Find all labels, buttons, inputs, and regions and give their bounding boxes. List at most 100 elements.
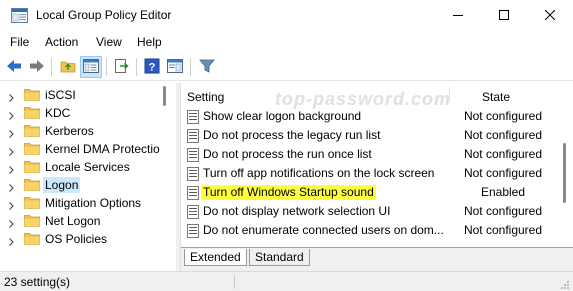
- policy-setting-name: Turn off Windows Startup sound: [201, 185, 376, 200]
- maximize-button[interactable]: [481, 0, 527, 31]
- forward-button[interactable]: [26, 56, 48, 78]
- tree-item[interactable]: Net Logon: [0, 212, 162, 230]
- column-header-setting[interactable]: Setting: [187, 83, 447, 105]
- toolbar: ?: [0, 53, 573, 81]
- title-bar: Local Group Policy Editor: [0, 0, 573, 31]
- tree-item-label: Mitigation Options: [45, 196, 142, 210]
- tree-item[interactable]: Kernel DMA Protectio: [0, 140, 162, 158]
- toolbar-separator: [190, 58, 191, 76]
- policy-setting-name: Do not process the run once list: [203, 147, 372, 161]
- policy-state: Not configured: [463, 204, 543, 218]
- column-header-state[interactable]: State: [482, 83, 552, 105]
- policy-state: Not configured: [463, 166, 543, 180]
- folder-up-icon: [60, 59, 76, 76]
- back-button[interactable]: [3, 56, 25, 78]
- menu-file[interactable]: File: [10, 35, 29, 49]
- forward-arrow-icon: [29, 59, 45, 76]
- policy-setting-icon: [187, 148, 199, 162]
- up-one-level-button[interactable]: [57, 56, 79, 78]
- policy-state: Not configured: [463, 223, 543, 237]
- close-icon: [544, 9, 556, 23]
- toolbar-separator: [106, 58, 107, 76]
- policy-setting-name: Do not enumerate connected users on dom.…: [203, 223, 444, 237]
- chevron-right-icon[interactable]: [7, 127, 15, 138]
- tree-item-label: Logon: [43, 177, 81, 193]
- policy-row[interactable]: Do not enumerate connected users on dom.…: [181, 221, 559, 240]
- resize-grip-icon[interactable]: [560, 279, 570, 289]
- tree-item-label: KDC: [45, 106, 71, 120]
- tree-item-label: iSCSI: [45, 88, 76, 102]
- folder-icon: [24, 232, 40, 245]
- details-pane: top-password.com Setting State Show clea…: [180, 83, 573, 271]
- list-scrollbar[interactable]: [563, 143, 566, 203]
- policy-row[interactable]: Show clear logon background Not configure…: [181, 107, 559, 126]
- policy-setting-icon: [187, 129, 199, 143]
- tree-item-label: Net Logon: [45, 214, 101, 228]
- chevron-right-icon[interactable]: [7, 91, 15, 102]
- policy-setting-icon: [187, 224, 199, 238]
- tree-item[interactable]: OS Policies: [0, 230, 162, 247]
- tree-item-label: Kerberos: [45, 124, 94, 138]
- folder-icon: [24, 106, 40, 119]
- policy-setting-name: Show clear logon background: [203, 109, 362, 123]
- policy-state: Enabled: [480, 185, 526, 199]
- tree-item[interactable]: Logon: [0, 176, 162, 194]
- policy-setting-icon: [187, 186, 199, 200]
- folder-icon: [24, 142, 40, 155]
- policy-state: Not configured: [463, 128, 543, 142]
- policy-row[interactable]: Do not process the run once list Not conf…: [181, 145, 559, 164]
- chevron-right-icon[interactable]: [7, 145, 15, 156]
- chevron-right-icon[interactable]: [7, 109, 15, 120]
- folder-icon: [24, 160, 40, 173]
- export-list-button[interactable]: [111, 56, 133, 78]
- folder-icon: [24, 196, 40, 209]
- tree-scrollbar[interactable]: [163, 86, 166, 106]
- console-tree-icon: [83, 58, 99, 76]
- close-button[interactable]: [527, 0, 573, 31]
- chevron-right-icon[interactable]: [7, 217, 15, 228]
- filter-icon: [199, 59, 215, 76]
- chevron-right-icon[interactable]: [7, 163, 15, 174]
- help-icon: ?: [144, 58, 160, 77]
- back-arrow-icon: [6, 59, 22, 76]
- tree-item[interactable]: iSCSI: [0, 86, 162, 104]
- tab-standard[interactable]: Standard: [249, 249, 310, 266]
- policy-setting-icon: [187, 205, 199, 219]
- chevron-right-icon[interactable]: [7, 181, 15, 192]
- show-hide-console-tree-button[interactable]: [80, 56, 102, 78]
- policy-row[interactable]: Turn off Windows Startup sound Enabled: [181, 183, 559, 202]
- status-divider: [234, 275, 235, 289]
- help-button[interactable]: ?: [141, 56, 163, 78]
- policy-row[interactable]: Turn off app notifications on the lock s…: [181, 164, 559, 183]
- action-pane-icon: [167, 58, 183, 76]
- menu-action[interactable]: Action: [45, 35, 78, 49]
- tab-extended[interactable]: Extended: [184, 249, 247, 266]
- policy-setting-name: Do not process the legacy run list: [203, 128, 381, 142]
- policy-setting-name: Do not display network selection UI: [203, 204, 391, 218]
- group-policy-app-icon: [11, 8, 28, 23]
- menu-view[interactable]: View: [96, 35, 122, 49]
- policy-row[interactable]: Do not display network selection UI Not c…: [181, 202, 559, 221]
- chevron-right-icon[interactable]: [7, 199, 15, 210]
- settings-list: top-password.com Setting State Show clea…: [181, 83, 573, 247]
- chevron-right-icon[interactable]: [7, 235, 15, 246]
- tree-item-label: Kernel DMA Protectio: [45, 142, 160, 156]
- tree-item-label: Locale Services: [45, 160, 130, 174]
- policy-row[interactable]: Do not process the legacy run list Not co…: [181, 126, 559, 145]
- policy-setting-name: Turn off app notifications on the lock s…: [203, 166, 435, 180]
- export-list-icon: [114, 58, 130, 76]
- minimize-icon: [453, 9, 463, 23]
- tree-item[interactable]: Mitigation Options: [0, 194, 162, 212]
- maximize-icon: [499, 9, 509, 23]
- tree-item[interactable]: Locale Services: [0, 158, 162, 176]
- tree-item[interactable]: Kerberos: [0, 122, 162, 140]
- filter-button[interactable]: [196, 56, 218, 78]
- menu-help[interactable]: Help: [137, 35, 162, 49]
- tree-item[interactable]: KDC: [0, 104, 162, 122]
- minimize-button[interactable]: [435, 0, 481, 31]
- show-action-pane-button[interactable]: [164, 56, 186, 78]
- folder-icon: [24, 178, 40, 191]
- view-tabs: Extended Standard: [181, 247, 573, 271]
- column-divider[interactable]: [449, 87, 450, 103]
- console-tree: iSCSI KDC Kerberos Kernel DMA Protectio Loca…: [0, 83, 176, 247]
